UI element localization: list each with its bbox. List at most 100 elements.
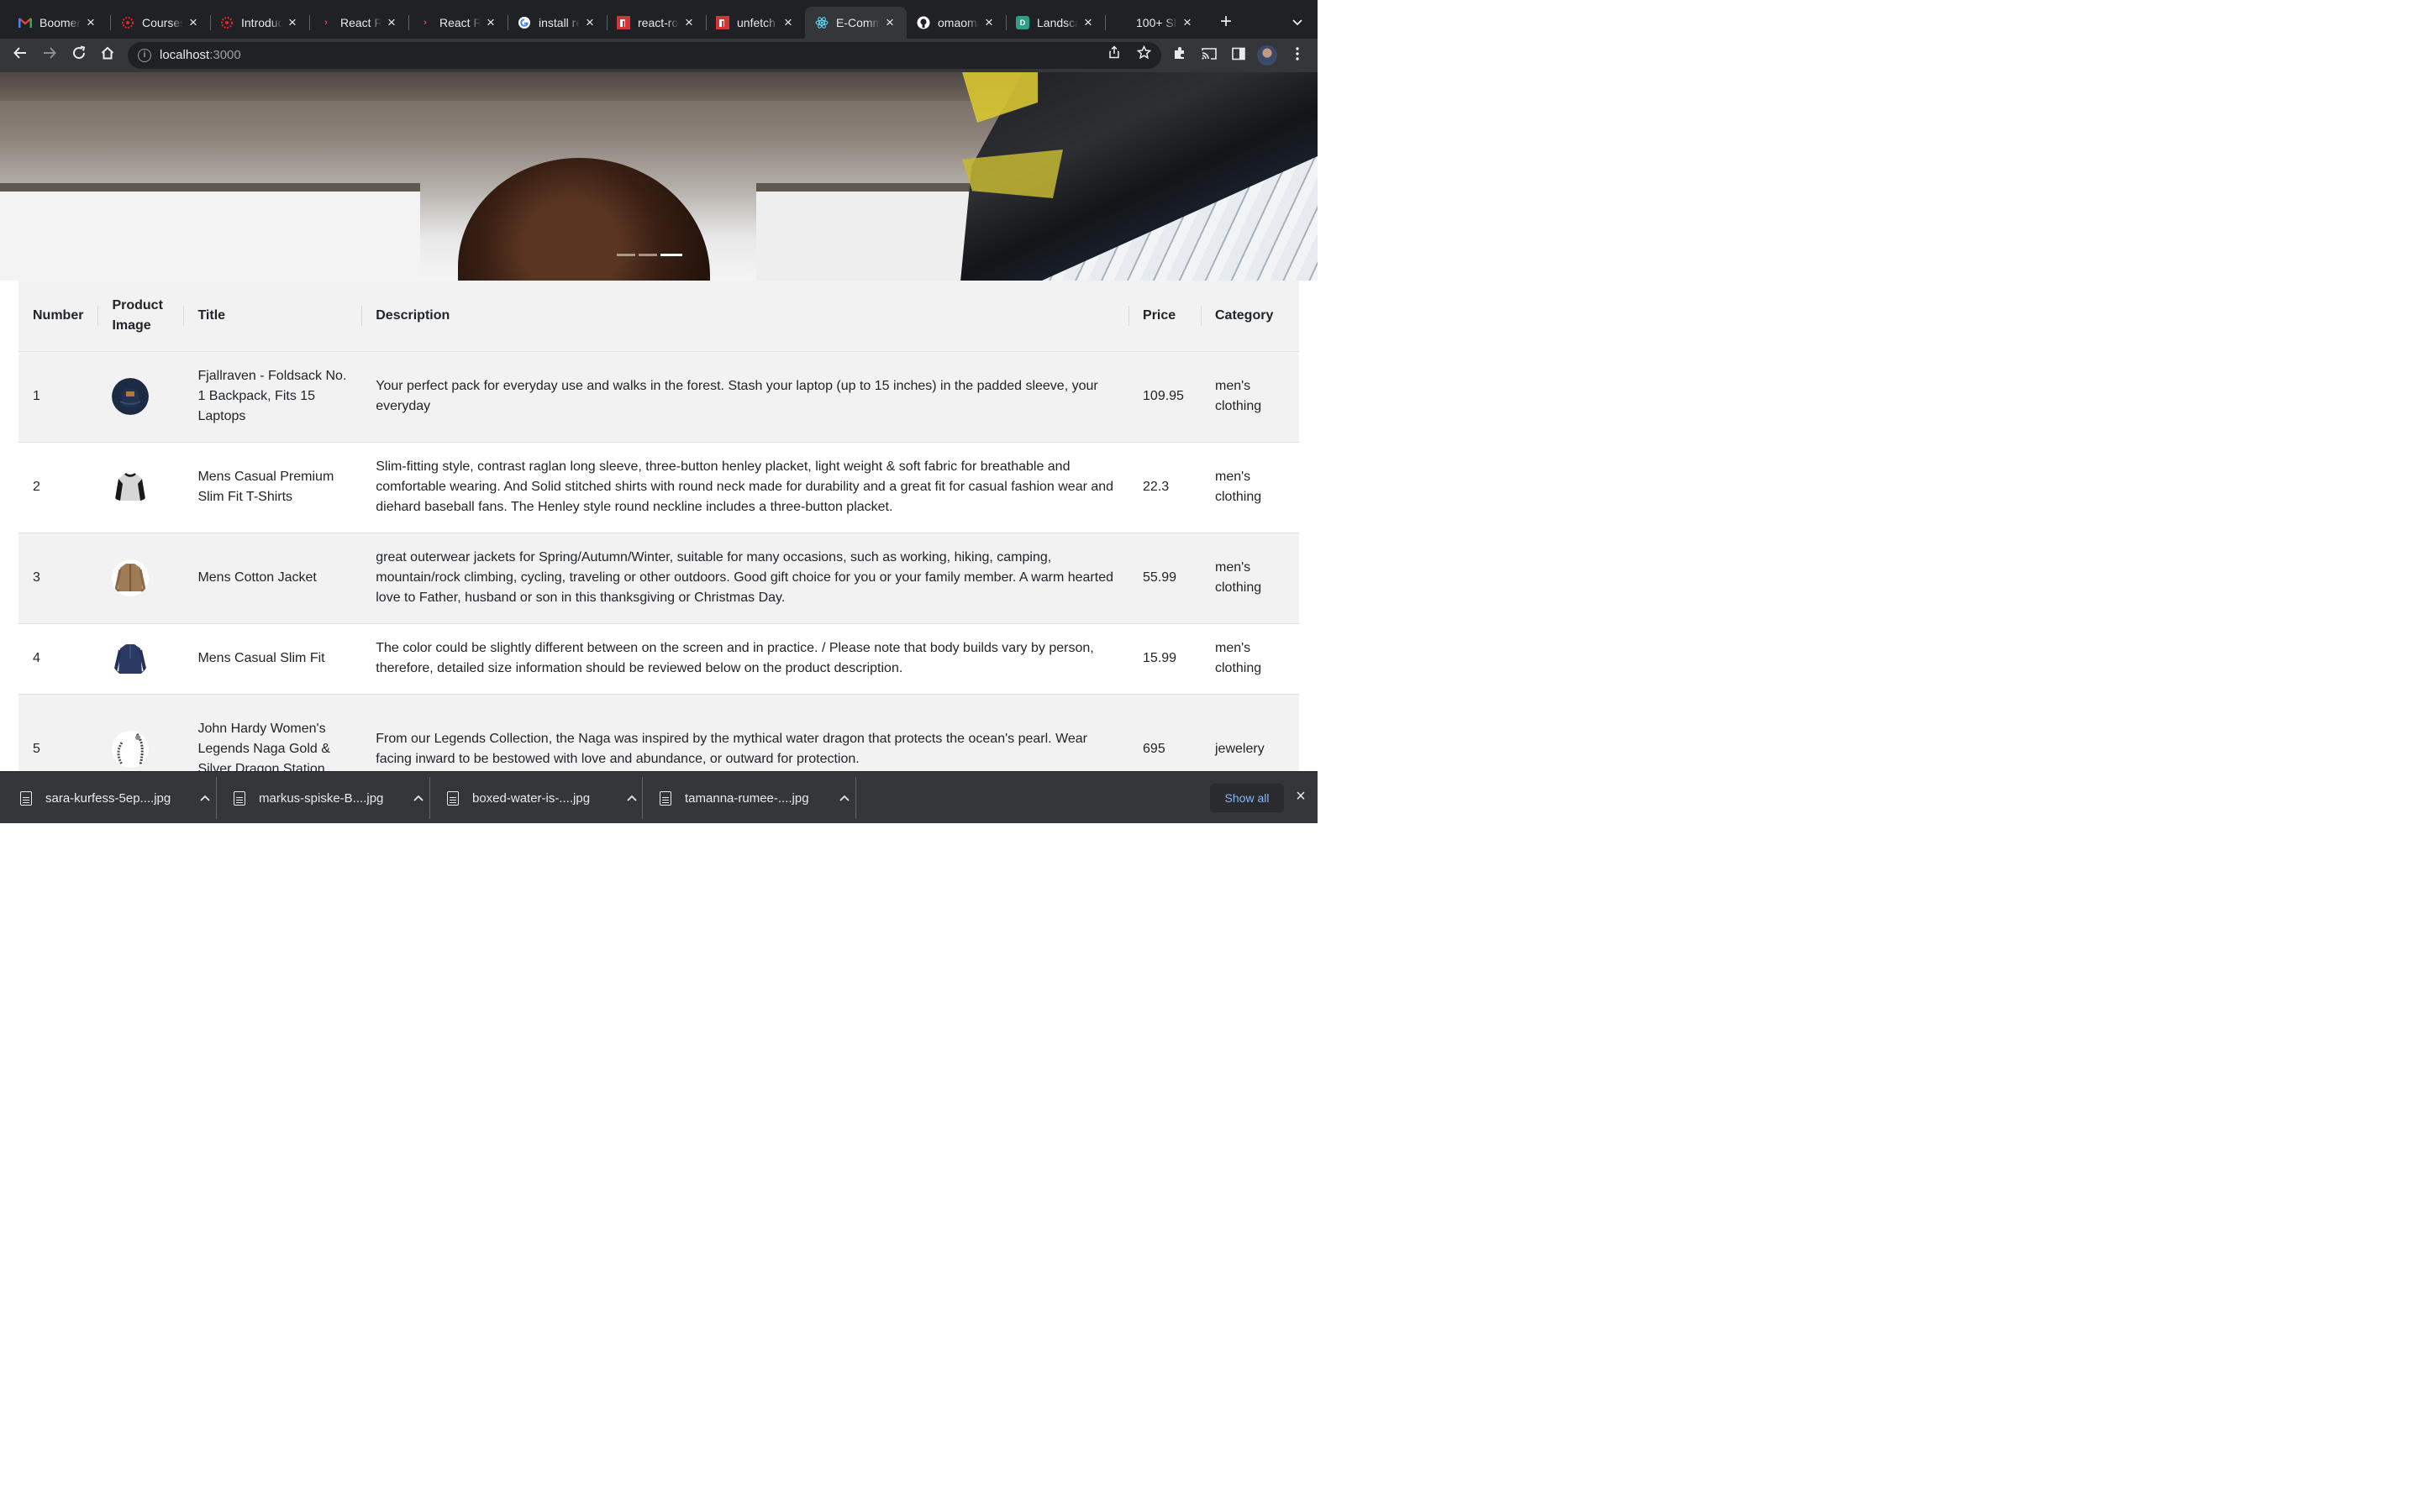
show-all-downloads-button[interactable]: Show all xyxy=(1210,784,1284,812)
download-filename: sara-kurfess-5ep....jpg xyxy=(45,790,171,806)
close-tab-icon[interactable]: × xyxy=(286,15,299,29)
close-tab-icon[interactable]: × xyxy=(1181,15,1194,29)
close-tab-icon[interactable]: × xyxy=(84,15,97,29)
close-tab-icon[interactable]: × xyxy=(385,15,398,29)
tab-google[interactable]: install react × xyxy=(508,7,607,39)
back-arrow-icon[interactable] xyxy=(8,44,32,67)
cell-product-image xyxy=(97,623,184,695)
product-image-slimfit xyxy=(112,640,150,677)
download-filename: boxed-water-is-....jpg xyxy=(472,790,591,806)
cell-price: 22.3 xyxy=(1128,442,1201,533)
site-info-icon[interactable]: i xyxy=(138,49,151,62)
forward-arrow-icon[interactable] xyxy=(38,44,61,67)
chevron-up-icon[interactable] xyxy=(413,790,424,804)
cell-category: men's clothing xyxy=(1201,351,1299,443)
product-image-tshirt xyxy=(112,469,150,506)
cell-number: 1 xyxy=(18,351,98,443)
tab-courses[interactable]: Courses × xyxy=(111,7,210,39)
table-row: 4 Mens Casual Slim Fit The color could b… xyxy=(18,623,1299,695)
download-filename: markus-spiske-B....jpg xyxy=(259,790,384,806)
close-download-bar-icon[interactable]: × xyxy=(1292,788,1309,805)
cell-title: Mens Casual Slim Fit xyxy=(183,623,362,695)
tab-strip: Boomerang × Courses × Introduction × › R… xyxy=(0,0,1318,39)
cell-title: Fjallraven - Foldsack No. 1 Backpack, Fi… xyxy=(183,351,362,443)
share-icon[interactable] xyxy=(1104,45,1124,66)
tab-title: Courses xyxy=(142,16,183,29)
address-bar[interactable]: i localhost:3000 xyxy=(128,42,1161,69)
home-icon[interactable] xyxy=(96,44,119,67)
cast-icon[interactable] xyxy=(1197,44,1221,67)
download-item[interactable]: sara-kurfess-5ep....jpg xyxy=(20,780,210,816)
carousel-indicator-1[interactable] xyxy=(617,254,635,256)
tab-title: E-Commerce xyxy=(836,16,880,29)
close-tab-icon[interactable]: × xyxy=(982,15,996,29)
blank-page-icon xyxy=(1115,16,1128,29)
close-tab-icon[interactable]: × xyxy=(883,15,897,29)
chevron-up-icon[interactable] xyxy=(839,790,850,804)
gmail-icon xyxy=(18,16,32,29)
cell-title: Mens Casual Premium Slim Fit T-Shirts xyxy=(183,442,362,533)
close-tab-icon[interactable]: × xyxy=(682,15,696,29)
table-header-row: Number Product Image Title Description P… xyxy=(18,281,1299,352)
cell-description: Slim-fitting style, contrast raglan long… xyxy=(361,442,1129,533)
tab-introduction[interactable]: Introduction × xyxy=(210,7,309,39)
product-image-jacket xyxy=(112,559,150,596)
download-bar: sara-kurfess-5ep....jpg markus-spiske-B.… xyxy=(0,771,1318,823)
header-description: Description xyxy=(361,281,1129,352)
tab-landscape[interactable]: D Landscape × xyxy=(1006,7,1105,39)
tab-react-router-1[interactable]: › React Router × xyxy=(309,7,408,39)
cell-number: 2 xyxy=(18,442,98,533)
cell-title: Mens Cotton Jacket xyxy=(183,533,362,624)
close-tab-icon[interactable]: × xyxy=(583,15,597,29)
react-icon xyxy=(815,16,829,29)
close-tab-icon[interactable]: × xyxy=(781,15,795,29)
tab-npm-react-router[interactable]: react-router × xyxy=(607,7,706,39)
tab-title: react-router xyxy=(638,16,679,29)
file-icon xyxy=(447,790,459,806)
header-title: Title xyxy=(183,281,362,352)
cell-product-image xyxy=(97,351,184,443)
close-tab-icon[interactable]: × xyxy=(484,15,497,29)
cell-number: 3 xyxy=(18,533,98,624)
new-tab-button[interactable]: + xyxy=(1215,12,1237,34)
download-item[interactable]: boxed-water-is-....jpg xyxy=(447,780,637,816)
close-tab-icon[interactable]: × xyxy=(1081,15,1095,29)
reload-icon[interactable] xyxy=(67,44,91,67)
cell-description: great outerwear jackets for Spring/Autum… xyxy=(361,533,1129,624)
cell-price: 55.99 xyxy=(1128,533,1201,624)
download-item[interactable]: markus-spiske-B....jpg xyxy=(234,780,424,816)
header-number: Number xyxy=(18,281,98,352)
react-router-icon: › xyxy=(424,18,427,28)
tab-react-router-2[interactable]: › React Router × xyxy=(408,7,508,39)
tab-npm-unfetch[interactable]: unfetch × xyxy=(706,7,805,39)
close-tab-icon[interactable]: × xyxy=(187,15,200,29)
tab-gmail[interactable]: Boomerang × xyxy=(8,7,108,39)
carousel-indicator-2[interactable] xyxy=(639,254,657,256)
tab-title: React Router xyxy=(439,16,481,29)
tab-search-chevron-icon[interactable] xyxy=(1287,12,1307,32)
bookmark-star-icon[interactable] xyxy=(1134,45,1154,66)
chevron-up-icon[interactable] xyxy=(200,790,210,804)
tab-100-sh[interactable]: 100+ Sh × xyxy=(1105,7,1204,39)
download-item[interactable]: tamanna-rumee-....jpg xyxy=(660,780,850,816)
tab-title: unfetch xyxy=(737,16,776,29)
more-menu-icon[interactable] xyxy=(1286,44,1309,67)
profile-avatar[interactable] xyxy=(1257,45,1277,66)
tab-title: Landscape xyxy=(1037,16,1078,29)
tab-e-commerce[interactable]: E-Commerce × xyxy=(805,7,907,39)
carousel-indicators xyxy=(617,254,682,256)
hero-carousel[interactable] xyxy=(0,72,1318,281)
carousel-indicator-3[interactable] xyxy=(660,254,682,256)
side-panel-icon[interactable] xyxy=(1227,44,1250,67)
tab-title: 100+ Sh xyxy=(1136,16,1177,29)
tab-github[interactable]: omaomar × xyxy=(907,7,1006,39)
address-url: localhost:3000 xyxy=(160,48,241,62)
file-icon xyxy=(234,790,245,806)
file-icon xyxy=(20,790,32,806)
chevron-up-icon[interactable] xyxy=(627,790,637,804)
tab-title: React Router xyxy=(340,16,381,29)
table-row: 2 Mens Casual Premium Slim Fit T-Shirts … xyxy=(18,442,1299,533)
extensions-puzzle-icon[interactable] xyxy=(1168,44,1192,67)
tab-title: Introduction xyxy=(241,16,282,29)
header-category: Category xyxy=(1201,281,1299,352)
